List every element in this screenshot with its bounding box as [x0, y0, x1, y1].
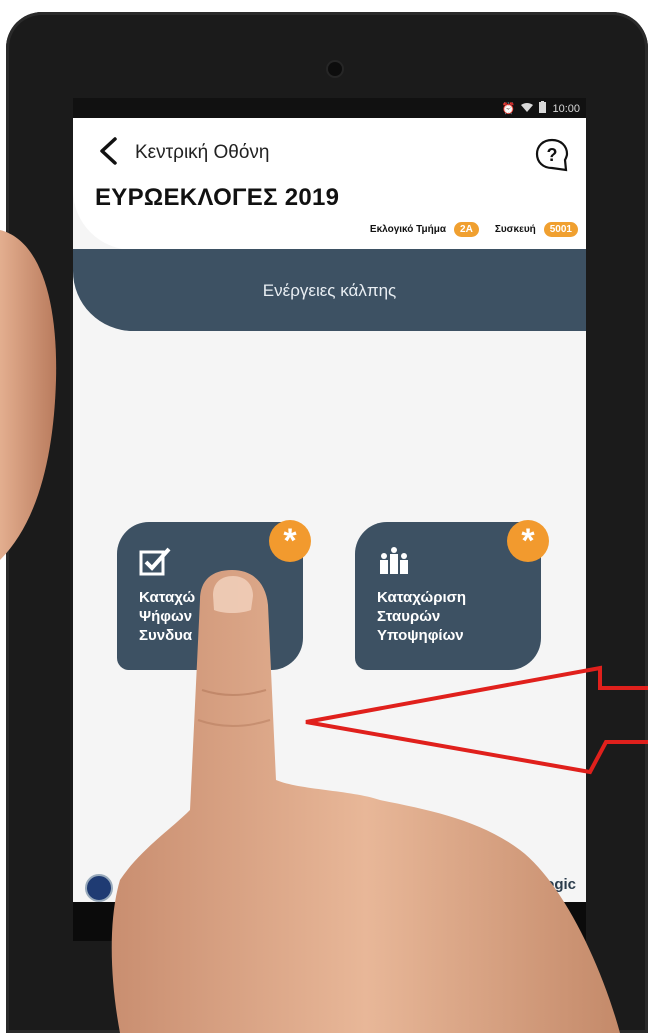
tile-label: Καταχώριση Σταυρών Υποψηφίων [377, 589, 467, 644]
checkbox-icon [139, 546, 173, 576]
tile-party-votes[interactable]: Καταχώ Ψήφων Συνδυα * [117, 520, 311, 670]
battery-icon [539, 101, 547, 117]
wifi-icon [521, 102, 534, 116]
app-screen: ⏰ 10:00 Κεντρική Οθόνη ? ΕΥΡΩΕΚΛΟΓΕΣ 201… [73, 98, 586, 941]
status-time: 10:00 [552, 103, 580, 115]
app-header: Κεντρική Οθόνη ? ΕΥΡΩΕΚΛΟΓΕΣ 2019 Εκλογι… [73, 118, 586, 250]
alarm-icon: ⏰ [501, 103, 516, 115]
banner-title: Ενέργειες κάλπης [262, 281, 397, 300]
candidates-icon [377, 546, 411, 576]
device-label: Συσκευή [494, 224, 536, 235]
section-badge: 2A [454, 222, 479, 237]
back-button[interactable] [93, 136, 123, 166]
navigation-bar [73, 902, 586, 941]
device-badge: 5001 [543, 222, 578, 237]
help-button[interactable]: ? [535, 138, 569, 172]
session-meta: Εκλογικό Τμήμα 2A Συσκευή 5001 [370, 222, 578, 237]
tile-label: Καταχώ Ψήφων Συνδυα [139, 589, 196, 644]
question-icon: ? [535, 138, 569, 172]
status-bar: ⏰ 10:00 [73, 98, 586, 118]
footer: ogic [73, 872, 586, 902]
asterisk-icon: * [507, 520, 549, 562]
actions-banner: Ενέργειες κάλπης [73, 249, 586, 331]
asterisk-icon: * [269, 520, 311, 562]
camera-icon [328, 62, 342, 76]
page-title: ΕΥΡΩΕΚΛΟΓΕΣ 2019 [95, 184, 340, 211]
seal-logo [85, 874, 113, 902]
back-label[interactable]: Κεντρική Οθόνη [135, 142, 270, 164]
vendor-logo: ogic [545, 876, 576, 893]
section-label: Εκλογικό Τμήμα [369, 224, 447, 235]
tile-candidate-crosses[interactable]: Καταχώριση Σταυρών Υποψηφίων * [355, 520, 549, 670]
svg-text:?: ? [547, 145, 558, 165]
chevron-left-icon [100, 137, 117, 165]
